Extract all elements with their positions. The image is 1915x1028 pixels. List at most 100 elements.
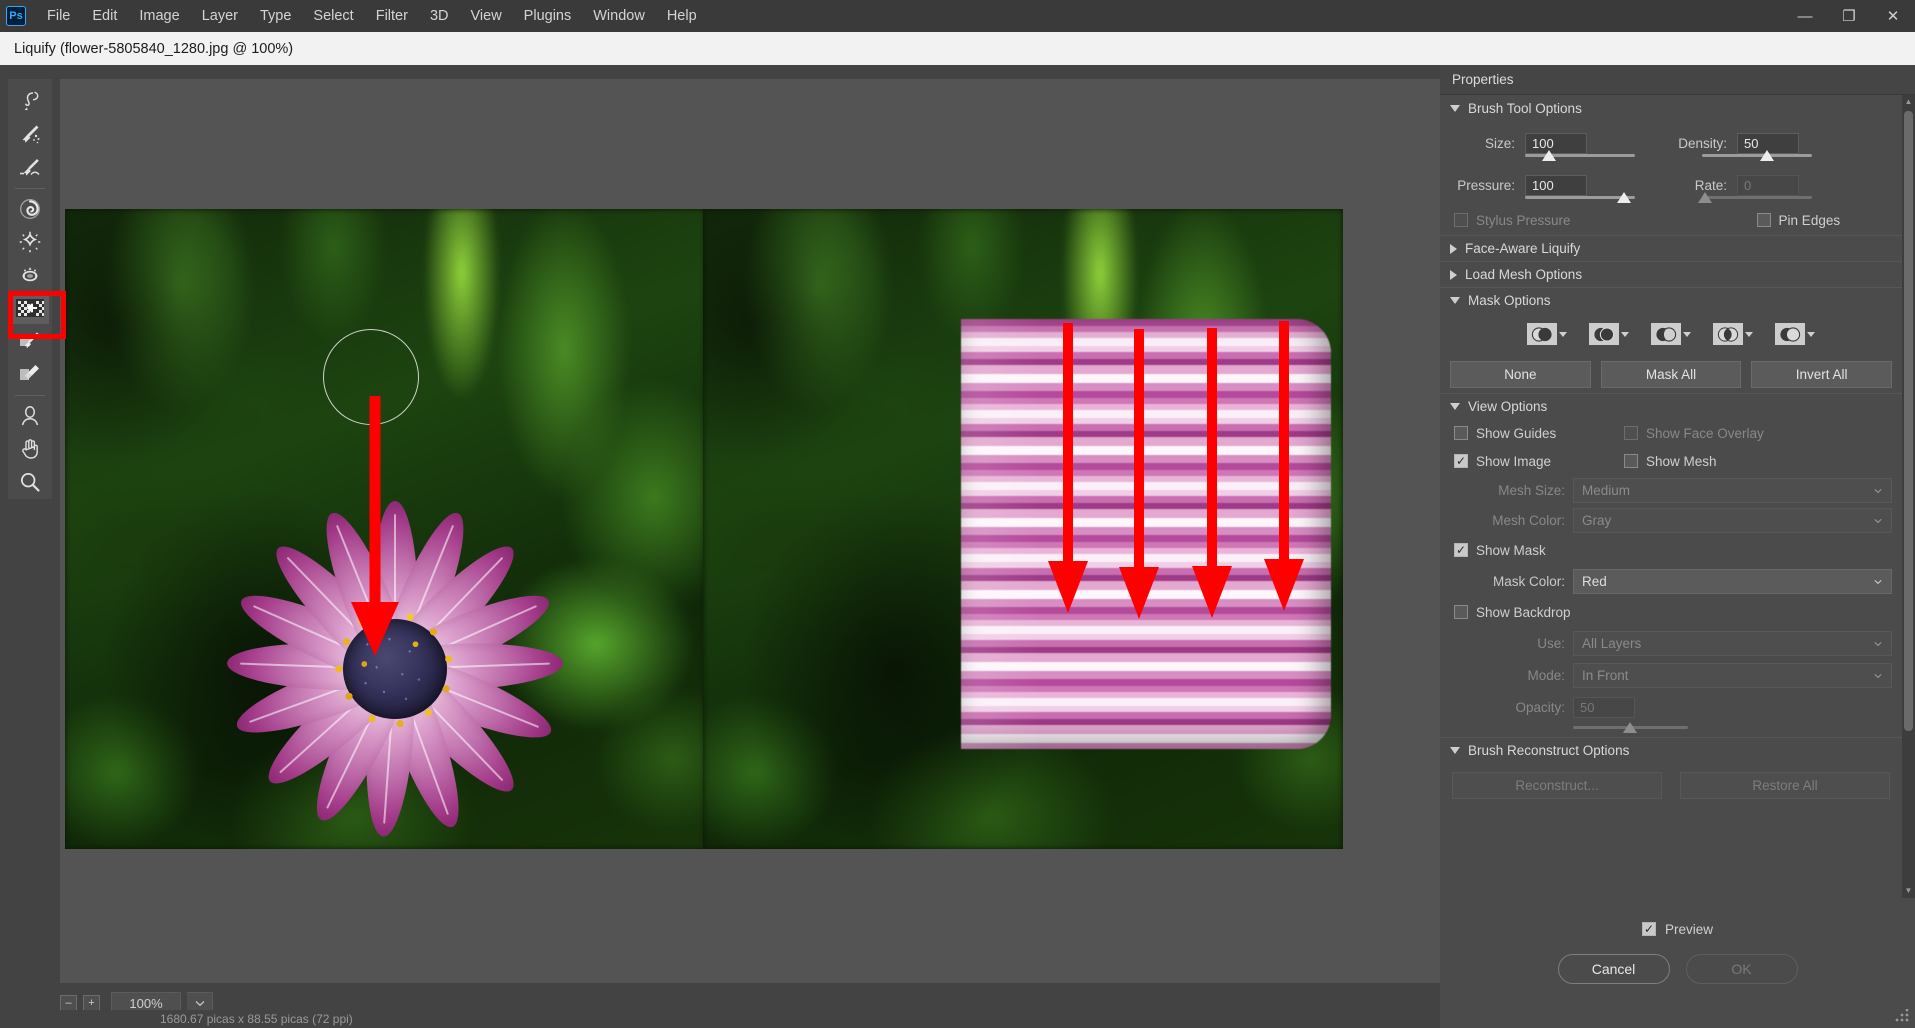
show-image-checkbox[interactable] [1454, 454, 1468, 468]
show-backdrop-label: Show Backdrop [1476, 604, 1571, 620]
smooth-brush-icon [20, 159, 40, 176]
pucker-icon [19, 231, 41, 253]
reconstruct-brush-icon [22, 125, 40, 144]
minimize-button[interactable]: — [1783, 0, 1827, 32]
annotation-arrow-left-1 [351, 396, 399, 656]
zoom-in-button[interactable]: + [83, 994, 100, 1012]
twirl-clockwise-tool[interactable] [11, 193, 49, 225]
smooth-tool[interactable] [11, 151, 49, 183]
pin-edges-label: Pin Edges [1778, 212, 1841, 228]
properties-scrollbar[interactable]: ▲ ▼ [1902, 95, 1915, 898]
mask-add-to-selection-button[interactable] [1589, 323, 1629, 345]
mask-subtract-from-selection-button[interactable] [1651, 323, 1691, 345]
show-image-checkbox-row[interactable]: Show Image [1454, 454, 1624, 469]
preview-checkbox-row[interactable]: Preview [1440, 912, 1915, 946]
annotation-arrow-right-4 [1264, 321, 1304, 611]
freeze-mask-brush-icon [20, 332, 39, 349]
chevron-down-icon [1683, 331, 1691, 337]
mask-none-button[interactable]: None [1450, 360, 1591, 388]
backdrop-mode-label: Mode: [1527, 667, 1565, 683]
zoom-tool[interactable] [11, 466, 49, 498]
mask-invert-all-button[interactable]: Invert All [1751, 360, 1893, 388]
backdrop-opacity-slider [1573, 722, 1688, 734]
properties-panel: Properties Brush Tool Options Size: 100 … [1440, 65, 1915, 1028]
face-tool[interactable] [11, 400, 49, 432]
menu-file[interactable]: File [36, 4, 81, 28]
chevron-down-icon [1874, 489, 1882, 494]
show-face-overlay-label: Show Face Overlay [1646, 425, 1764, 441]
preview-checkbox[interactable] [1641, 922, 1656, 936]
properties-scroll-content: Brush Tool Options Size: 100 Density: 50 [1440, 95, 1902, 898]
restore-button[interactable]: ❐ [1827, 0, 1871, 32]
menu-help[interactable]: Help [656, 4, 708, 28]
thaw-mask-tool[interactable] [11, 358, 49, 390]
mask-replace-selection-button[interactable] [1527, 323, 1567, 345]
menu-layer[interactable]: Layer [191, 4, 249, 28]
original-image-preview[interactable] [65, 209, 705, 849]
mesh-color-value: Gray [1582, 512, 1612, 528]
mask-intersect-with-selection-button[interactable] [1713, 323, 1753, 345]
window-controls: — ❐ ✕ [1783, 0, 1915, 32]
pin-edges-checkbox[interactable] [1756, 213, 1771, 227]
mask-all-button[interactable]: Mask All [1600, 360, 1742, 388]
chevron-down-icon [1450, 403, 1460, 410]
mask-invert-selection-icon [1775, 323, 1805, 345]
show-guides-checkbox[interactable] [1454, 426, 1468, 440]
menu-edit[interactable]: Edit [81, 4, 128, 28]
chevron-down-icon [1450, 747, 1460, 754]
chevron-right-icon [1450, 269, 1457, 280]
bloat-icon [22, 267, 38, 282]
menu-3d[interactable]: 3D [419, 4, 460, 28]
pressure-slider[interactable] [1525, 192, 1635, 204]
show-mesh-checkbox[interactable] [1624, 454, 1638, 468]
liquified-image-preview[interactable] [703, 209, 1343, 849]
scroll-down-arrow-icon[interactable]: ▼ [1902, 884, 1915, 898]
show-mask-checkbox-row[interactable]: Show Mask [1454, 543, 1546, 558]
show-backdrop-checkbox-row[interactable]: Show Backdrop [1454, 605, 1571, 620]
show-mesh-checkbox-row[interactable]: Show Mesh [1624, 454, 1717, 469]
menu-view[interactable]: View [460, 4, 513, 28]
section-brush-reconstruct-options[interactable]: Brush Reconstruct Options [1440, 737, 1902, 763]
cancel-button[interactable]: Cancel [1557, 954, 1670, 984]
show-mask-checkbox[interactable] [1454, 543, 1468, 557]
menu-type[interactable]: Type [249, 4, 302, 28]
menu-window[interactable]: Window [582, 4, 656, 28]
show-guides-checkbox-row[interactable]: Show Guides [1454, 426, 1624, 441]
mask-invert-selection-button[interactable] [1775, 323, 1815, 345]
section-view-options[interactable]: View Options [1440, 393, 1902, 419]
menu-select[interactable]: Select [302, 4, 364, 28]
section-load-mesh-options[interactable]: Load Mesh Options [1440, 261, 1902, 287]
scrollbar-thumb[interactable] [1904, 111, 1913, 731]
section-face-aware-liquify[interactable]: Face-Aware Liquify [1440, 235, 1902, 261]
mask-color-select[interactable]: Red [1573, 568, 1892, 594]
restore-all-button: Restore All [1680, 771, 1890, 799]
freeze-mask-tool[interactable] [11, 325, 49, 357]
size-slider[interactable] [1525, 150, 1635, 162]
pucker-tool[interactable] [11, 226, 49, 258]
hand-tool[interactable] [11, 433, 49, 465]
pin-edges-checkbox-row[interactable]: Pin Edges [1756, 212, 1841, 228]
mesh-size-label: Mesh Size: [1498, 482, 1565, 498]
menu-filter[interactable]: Filter [365, 4, 419, 28]
close-button[interactable]: ✕ [1871, 0, 1915, 32]
zoom-out-button[interactable]: – [60, 994, 77, 1012]
scroll-up-arrow-icon[interactable]: ▲ [1902, 95, 1915, 109]
section-mask-options[interactable]: Mask Options [1440, 287, 1902, 313]
bloat-tool[interactable] [11, 259, 49, 291]
density-slider[interactable] [1702, 150, 1812, 162]
stylus-pressure-checkbox [1454, 213, 1468, 227]
show-backdrop-checkbox[interactable] [1454, 605, 1468, 619]
reconstruct-tool[interactable] [11, 118, 49, 150]
chevron-right-icon [1450, 243, 1457, 254]
liquify-dialog-title: Liquify (flower-5805840_1280.jpg @ 100%) [0, 32, 1915, 65]
chevron-down-icon [1874, 519, 1882, 524]
push-left-tool[interactable] [11, 292, 49, 324]
resize-grip-icon[interactable] [1895, 1009, 1909, 1023]
section-brush-tool-options[interactable]: Brush Tool Options [1440, 95, 1902, 121]
mesh-size-select: Medium [1573, 477, 1892, 503]
dialog-footer: Preview Cancel OK [1440, 898, 1915, 1028]
menu-image[interactable]: Image [128, 4, 190, 28]
forward-warp-tool[interactable] [11, 85, 49, 117]
menu-plugins[interactable]: Plugins [513, 4, 583, 28]
liquify-canvas[interactable] [60, 79, 1440, 983]
